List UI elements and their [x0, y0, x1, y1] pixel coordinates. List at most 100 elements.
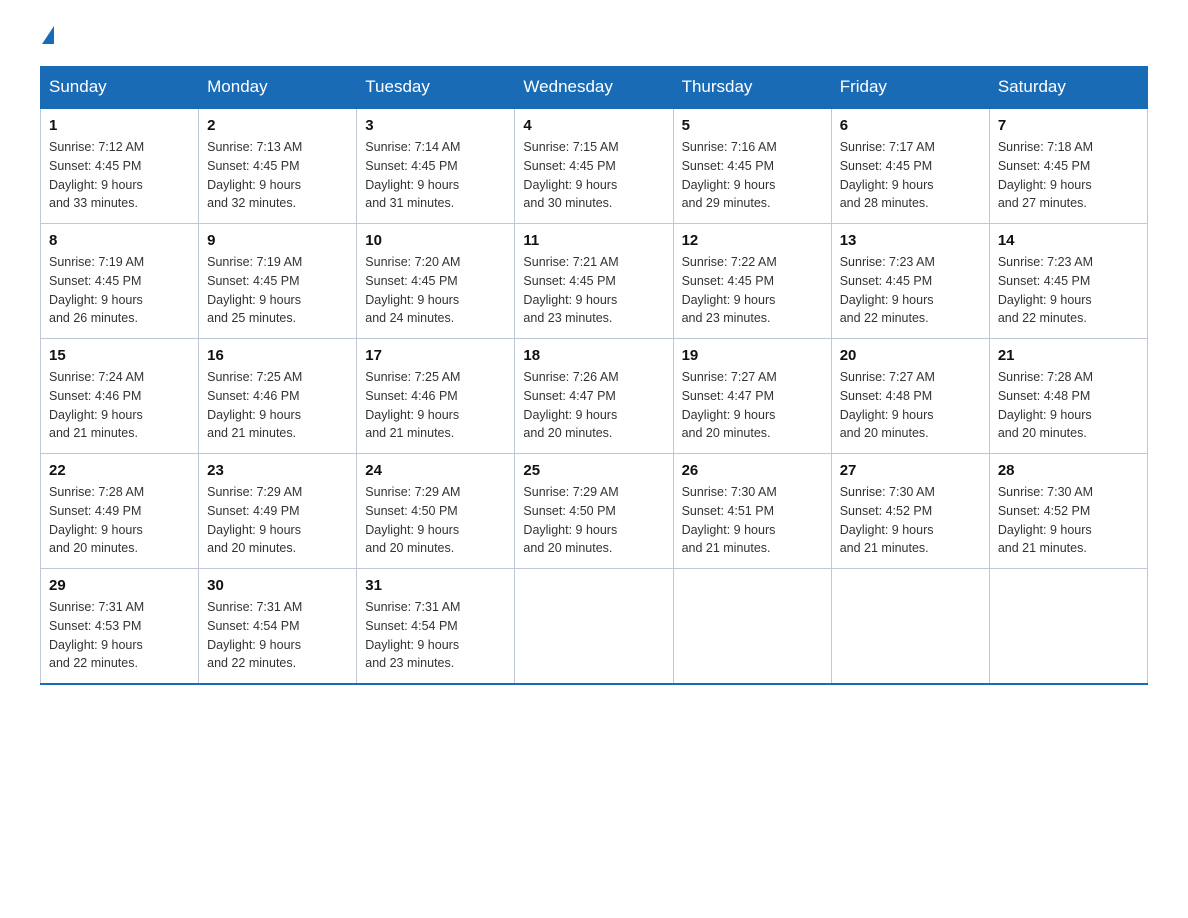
calendar-day-cell: 9Sunrise: 7:19 AMSunset: 4:45 PMDaylight… [199, 224, 357, 339]
calendar-day-cell: 15 Sunrise: 7:24 AMSunset: 4:46 PMDayligh… [41, 339, 199, 454]
logo [40, 30, 54, 46]
day-info: Sunrise: 7:31 AMSunset: 4:53 PMDaylight:… [49, 598, 190, 673]
calendar-day-cell: 18 Sunrise: 7:26 AMSunset: 4:47 PMDayligh… [515, 339, 673, 454]
day-number: 7 [998, 117, 1139, 134]
calendar-day-cell: 16 Sunrise: 7:25 AMSunset: 4:46 PMDayligh… [199, 339, 357, 454]
day-number: 15 [49, 347, 190, 364]
calendar-day-cell: 20 Sunrise: 7:27 AMSunset: 4:48 PMDayligh… [831, 339, 989, 454]
calendar-week-row: 29Sunrise: 7:31 AMSunset: 4:53 PMDayligh… [41, 569, 1148, 685]
day-info: Sunrise: 7:22 AMSunset: 4:45 PMDaylight:… [682, 253, 823, 328]
calendar-day-cell: 26 Sunrise: 7:30 AMSunset: 4:51 PMDayligh… [673, 454, 831, 569]
day-number: 12 [682, 232, 823, 249]
day-number: 14 [998, 232, 1139, 249]
day-number: 1 [49, 117, 190, 134]
day-number: 19 [682, 347, 823, 364]
day-number: 13 [840, 232, 981, 249]
day-number: 25 [523, 462, 664, 479]
calendar-day-cell [831, 569, 989, 685]
calendar-week-row: 8 Sunrise: 7:19 AMSunset: 4:45 PMDaylight… [41, 224, 1148, 339]
calendar-day-cell: 22 Sunrise: 7:28 AMSunset: 4:49 PMDayligh… [41, 454, 199, 569]
day-number: 8 [49, 232, 190, 249]
day-info: Sunrise: 7:18 AMSunset: 4:45 PMDaylight:… [998, 138, 1139, 213]
page-header [40, 30, 1148, 46]
day-info: Sunrise: 7:20 AMSunset: 4:45 PMDaylight:… [365, 253, 506, 328]
day-info: Sunrise: 7:25 AMSunset: 4:46 PMDaylight:… [207, 368, 348, 443]
calendar-day-cell [673, 569, 831, 685]
day-number: 17 [365, 347, 506, 364]
day-info: Sunrise: 7:31 AMSunset: 4:54 PMDaylight:… [207, 598, 348, 673]
day-header-tuesday: Tuesday [357, 67, 515, 109]
day-info: Sunrise: 7:12 AMSunset: 4:45 PMDaylight:… [49, 138, 190, 213]
day-info: Sunrise: 7:26 AMSunset: 4:47 PMDaylight:… [523, 368, 664, 443]
calendar-day-cell: 25 Sunrise: 7:29 AMSunset: 4:50 PMDayligh… [515, 454, 673, 569]
day-info: Sunrise: 7:21 AMSunset: 4:45 PMDaylight:… [523, 253, 664, 328]
day-number: 30 [207, 577, 348, 594]
day-number: 6 [840, 117, 981, 134]
calendar-day-cell: 11 Sunrise: 7:21 AMSunset: 4:45 PMDayligh… [515, 224, 673, 339]
day-number: 31 [365, 577, 506, 594]
day-info: Sunrise: 7:29 AMSunset: 4:50 PMDaylight:… [523, 483, 664, 558]
day-info: Sunrise: 7:19 AMSunset: 4:45 PMDaylight:… [49, 253, 190, 328]
day-info: Sunrise: 7:28 AMSunset: 4:49 PMDaylight:… [49, 483, 190, 558]
day-info: Sunrise: 7:24 AMSunset: 4:46 PMDaylight:… [49, 368, 190, 443]
calendar-day-cell: 24 Sunrise: 7:29 AMSunset: 4:50 PMDayligh… [357, 454, 515, 569]
calendar-day-cell: 23Sunrise: 7:29 AMSunset: 4:49 PMDayligh… [199, 454, 357, 569]
calendar-day-cell [989, 569, 1147, 685]
day-header-wednesday: Wednesday [515, 67, 673, 109]
day-number: 16 [207, 347, 348, 364]
calendar-week-row: 1 Sunrise: 7:12 AMSunset: 4:45 PMDaylight… [41, 108, 1148, 224]
day-info: Sunrise: 7:30 AMSunset: 4:51 PMDaylight:… [682, 483, 823, 558]
calendar-day-cell: 10 Sunrise: 7:20 AMSunset: 4:45 PMDayligh… [357, 224, 515, 339]
calendar-day-cell: 7 Sunrise: 7:18 AMSunset: 4:45 PMDaylight… [989, 108, 1147, 224]
day-info: Sunrise: 7:25 AMSunset: 4:46 PMDaylight:… [365, 368, 506, 443]
calendar-day-cell: 19 Sunrise: 7:27 AMSunset: 4:47 PMDayligh… [673, 339, 831, 454]
day-number: 21 [998, 347, 1139, 364]
day-number: 18 [523, 347, 664, 364]
day-info: Sunrise: 7:23 AMSunset: 4:45 PMDaylight:… [998, 253, 1139, 328]
calendar-day-cell: 5 Sunrise: 7:16 AMSunset: 4:45 PMDaylight… [673, 108, 831, 224]
day-number: 20 [840, 347, 981, 364]
day-info: Sunrise: 7:14 AMSunset: 4:45 PMDaylight:… [365, 138, 506, 213]
day-number: 11 [523, 232, 664, 249]
day-number: 23 [207, 462, 348, 479]
day-number: 27 [840, 462, 981, 479]
day-info: Sunrise: 7:13 AMSunset: 4:45 PMDaylight:… [207, 138, 348, 213]
calendar-day-cell: 14 Sunrise: 7:23 AMSunset: 4:45 PMDayligh… [989, 224, 1147, 339]
day-info: Sunrise: 7:27 AMSunset: 4:47 PMDaylight:… [682, 368, 823, 443]
day-number: 22 [49, 462, 190, 479]
calendar-day-cell: 17 Sunrise: 7:25 AMSunset: 4:46 PMDayligh… [357, 339, 515, 454]
day-info: Sunrise: 7:27 AMSunset: 4:48 PMDaylight:… [840, 368, 981, 443]
day-header-thursday: Thursday [673, 67, 831, 109]
calendar-table: SundayMondayTuesdayWednesdayThursdayFrid… [40, 66, 1148, 685]
day-number: 4 [523, 117, 664, 134]
calendar-day-cell: 3Sunrise: 7:14 AMSunset: 4:45 PMDaylight… [357, 108, 515, 224]
day-number: 24 [365, 462, 506, 479]
day-info: Sunrise: 7:17 AMSunset: 4:45 PMDaylight:… [840, 138, 981, 213]
calendar-day-cell [515, 569, 673, 685]
day-info: Sunrise: 7:29 AMSunset: 4:50 PMDaylight:… [365, 483, 506, 558]
calendar-day-cell: 29Sunrise: 7:31 AMSunset: 4:53 PMDayligh… [41, 569, 199, 685]
calendar-day-cell: 28Sunrise: 7:30 AMSunset: 4:52 PMDayligh… [989, 454, 1147, 569]
calendar-day-cell: 31 Sunrise: 7:31 AMSunset: 4:54 PMDayligh… [357, 569, 515, 685]
day-info: Sunrise: 7:16 AMSunset: 4:45 PMDaylight:… [682, 138, 823, 213]
calendar-day-cell: 30 Sunrise: 7:31 AMSunset: 4:54 PMDayligh… [199, 569, 357, 685]
day-header-sunday: Sunday [41, 67, 199, 109]
day-info: Sunrise: 7:31 AMSunset: 4:54 PMDaylight:… [365, 598, 506, 673]
day-header-monday: Monday [199, 67, 357, 109]
day-info: Sunrise: 7:15 AMSunset: 4:45 PMDaylight:… [523, 138, 664, 213]
calendar-day-cell: 1 Sunrise: 7:12 AMSunset: 4:45 PMDaylight… [41, 108, 199, 224]
day-header-friday: Friday [831, 67, 989, 109]
day-info: Sunrise: 7:30 AMSunset: 4:52 PMDaylight:… [998, 483, 1139, 558]
day-info: Sunrise: 7:28 AMSunset: 4:48 PMDaylight:… [998, 368, 1139, 443]
day-number: 26 [682, 462, 823, 479]
calendar-week-row: 22 Sunrise: 7:28 AMSunset: 4:49 PMDayligh… [41, 454, 1148, 569]
logo-triangle-icon [42, 26, 54, 44]
calendar-header: SundayMondayTuesdayWednesdayThursdayFrid… [41, 67, 1148, 109]
day-header-saturday: Saturday [989, 67, 1147, 109]
day-number: 10 [365, 232, 506, 249]
day-number: 5 [682, 117, 823, 134]
calendar-day-cell: 2Sunrise: 7:13 AMSunset: 4:45 PMDaylight… [199, 108, 357, 224]
calendar-day-cell: 27Sunrise: 7:30 AMSunset: 4:52 PMDayligh… [831, 454, 989, 569]
calendar-day-cell: 21 Sunrise: 7:28 AMSunset: 4:48 PMDayligh… [989, 339, 1147, 454]
calendar-day-cell: 4 Sunrise: 7:15 AMSunset: 4:45 PMDaylight… [515, 108, 673, 224]
